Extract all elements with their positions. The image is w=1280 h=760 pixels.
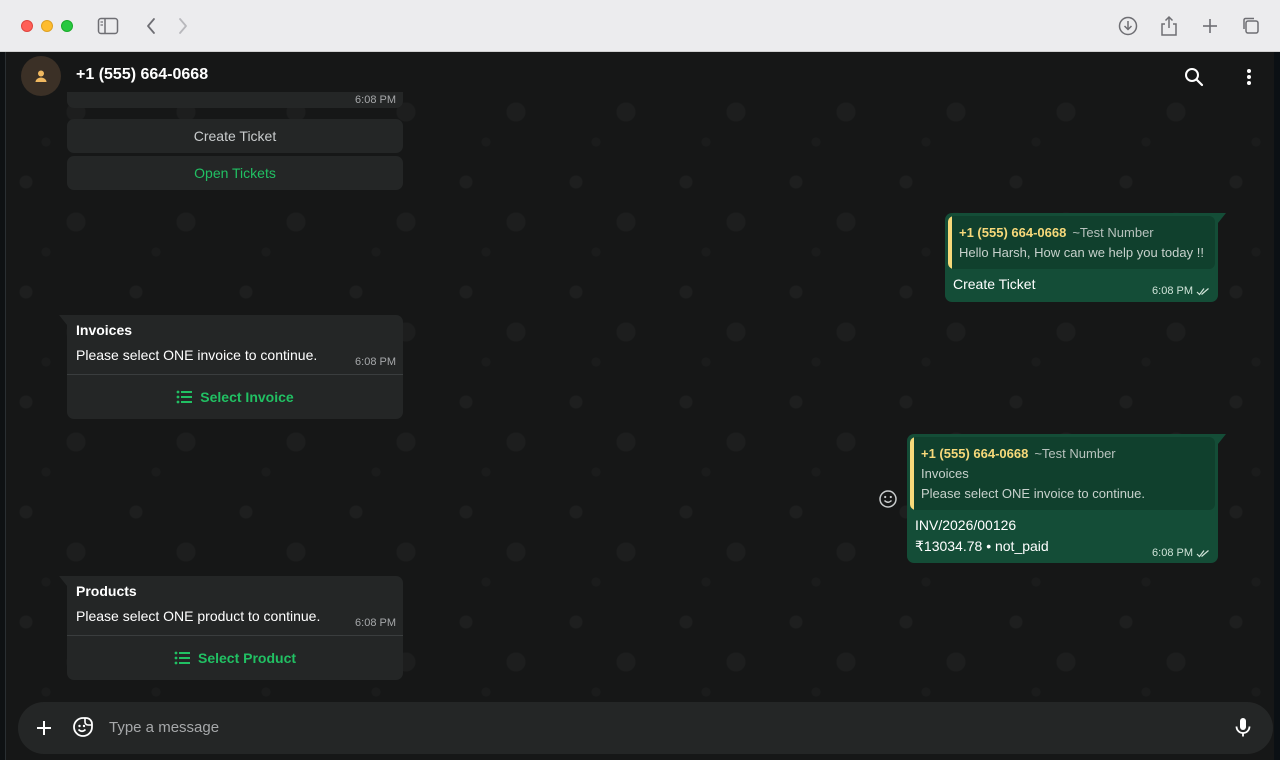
share-icon[interactable] xyxy=(1157,14,1181,38)
back-icon[interactable] xyxy=(139,14,163,38)
sidebar-edge xyxy=(0,52,6,760)
invoice-list-message: Invoices Please select ONE invoice to co… xyxy=(59,315,403,419)
create-ticket-button[interactable]: Create Ticket xyxy=(67,119,403,153)
double-check-icon xyxy=(1196,287,1209,295)
quote-sender-label: ~Test Number xyxy=(1072,225,1154,240)
quote-bar xyxy=(910,437,914,510)
avatar-person-icon xyxy=(35,70,47,82)
select-invoice-button[interactable]: Select Invoice xyxy=(67,375,403,419)
attach-plus-icon[interactable] xyxy=(32,716,56,740)
zoom-window-button[interactable] xyxy=(61,20,73,32)
sidebar-icon[interactable] xyxy=(96,14,120,38)
message-text: ₹13034.78 • not_paid xyxy=(915,538,1049,554)
quote-sender: +1 (555) 664-0668 xyxy=(959,225,1067,240)
message-time: 6:08 PM xyxy=(355,617,396,629)
outgoing-message: +1 (555) 664-0668 ~Test Number Invoices P… xyxy=(907,434,1226,563)
bubble-tail xyxy=(1218,213,1226,223)
select-product-label: Select Product xyxy=(197,650,297,666)
avatar[interactable] xyxy=(21,56,61,96)
message-input[interactable]: Type a message xyxy=(109,719,219,736)
product-list-message: Products Please select ONE product to co… xyxy=(59,576,403,680)
card-title: Invoices xyxy=(76,322,133,338)
bubble-tail xyxy=(59,315,67,325)
contact-name[interactable]: +1 (555) 664-0668 xyxy=(76,66,208,84)
forward-icon[interactable] xyxy=(171,14,195,38)
select-product-button[interactable]: Select Product xyxy=(67,636,403,680)
sticker-icon[interactable] xyxy=(71,715,97,741)
list-icon xyxy=(174,651,190,665)
quote-text: Please select ONE invoice to continue. xyxy=(921,486,1146,501)
tabs-overview-icon[interactable] xyxy=(1239,14,1263,38)
emoji-reaction-icon[interactable] xyxy=(878,489,898,509)
quote-bar xyxy=(948,216,952,269)
select-invoice-label: Select Invoice xyxy=(200,389,294,405)
card-body: Please select ONE invoice to continue. xyxy=(76,347,318,363)
more-vertical-icon[interactable] xyxy=(1236,64,1262,90)
open-tickets-button[interactable]: Open Tickets xyxy=(67,156,403,190)
bubble-tail xyxy=(1218,434,1226,444)
close-window-button[interactable] xyxy=(21,20,33,32)
message-time: 6:08 PM xyxy=(355,94,396,106)
message-text: Create Ticket xyxy=(953,276,1036,292)
quote-sender: +1 (555) 664-0668 xyxy=(921,446,1029,461)
truncated-message: 6:08 PM xyxy=(67,92,403,108)
quoted-message[interactable]: +1 (555) 664-0668 ~Test Number Invoices P… xyxy=(910,437,1215,510)
card-body: Please select ONE product to continue. xyxy=(76,608,321,624)
quote-sender-label: ~Test Number xyxy=(1034,446,1116,461)
search-icon[interactable] xyxy=(1181,64,1207,90)
chat-app: +1 (555) 664-0668 6:08 PM Create Ticket … xyxy=(0,52,1280,760)
quote-text: Invoices xyxy=(921,466,969,481)
browser-toolbar xyxy=(0,0,1280,52)
list-icon xyxy=(176,390,193,404)
message-time: 6:08 PM xyxy=(1152,547,1193,559)
minimize-window-button[interactable] xyxy=(41,20,53,32)
quoted-message[interactable]: +1 (555) 664-0668 ~Test Number Hello Hars… xyxy=(948,216,1215,269)
quote-text: Hello Harsh, How can we help you today !… xyxy=(959,245,1204,260)
message-text: INV/2026/00126 xyxy=(915,517,1017,533)
double-check-icon xyxy=(1196,549,1209,557)
bubble-tail xyxy=(59,576,67,586)
new-tab-icon[interactable] xyxy=(1198,14,1222,38)
microphone-icon[interactable] xyxy=(1231,715,1257,741)
card-title: Products xyxy=(76,583,137,599)
message-time: 6:08 PM xyxy=(355,356,396,368)
outgoing-message: +1 (555) 664-0668 ~Test Number Hello Hars… xyxy=(945,213,1226,302)
download-icon[interactable] xyxy=(1116,14,1140,38)
message-composer: Type a message xyxy=(18,702,1273,754)
message-time: 6:08 PM xyxy=(1152,285,1193,297)
